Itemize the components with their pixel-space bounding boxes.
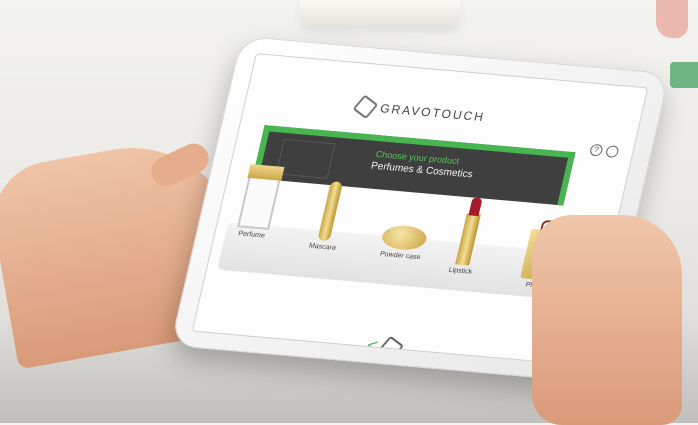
app-logo: GRAVOTOUCH xyxy=(352,94,487,126)
background-green-object xyxy=(670,62,698,88)
perfume-bottle-icon xyxy=(237,173,282,230)
back-arrow-icon: < xyxy=(365,335,381,356)
right-hand xyxy=(532,215,682,425)
help-icon[interactable]: ? xyxy=(588,143,604,157)
banner-image xyxy=(275,138,336,179)
product-powder-case[interactable]: Powder case xyxy=(377,224,429,261)
hexagon-logo-icon xyxy=(377,335,404,360)
settings-icon[interactable] xyxy=(604,145,620,158)
background-lamp xyxy=(300,0,460,26)
background-pink-object xyxy=(656,0,688,38)
category-banner: Choose your product Perfumes & Cosmetics xyxy=(252,125,576,206)
back-button[interactable]: < xyxy=(365,335,404,360)
hexagon-logo-icon xyxy=(352,94,379,120)
powder-jar-icon xyxy=(379,224,429,252)
status-bar xyxy=(252,54,648,110)
brand-name: GRAVOTOUCH xyxy=(378,101,487,125)
